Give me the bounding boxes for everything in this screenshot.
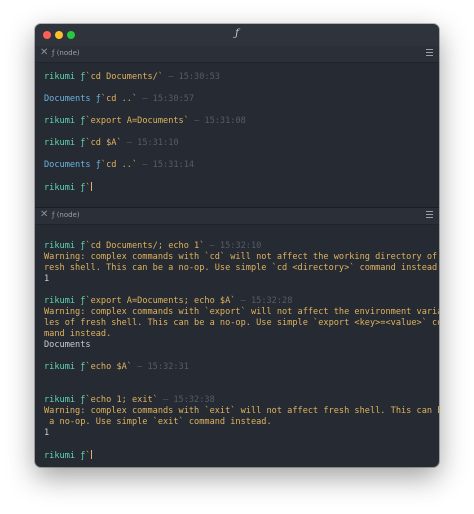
prompt-line: rikumi ƒ`cd Documents/` – 15:30:53: [44, 72, 433, 83]
window-title: ƒ: [235, 28, 239, 39]
output-line: Documents: [44, 340, 91, 350]
command-text: `echo 1; exit`: [85, 395, 158, 405]
title-bar: ƒ: [35, 24, 439, 46]
hamburger-menu-icon[interactable]: [426, 211, 433, 219]
pane-tab-top[interactable]: ✕ ƒ (node): [35, 46, 439, 63]
prompt-line: rikumi ƒ`export A=Documents` – 15:31:08: [44, 116, 433, 127]
command-text: `cd $A`: [85, 138, 122, 148]
warning-line: Warning: complex commands with `exit` wi…: [44, 406, 439, 416]
prompt-label: rikumi ƒ: [44, 138, 86, 148]
prompt-line: rikumi ƒ`echo 1; exit` – 15:32:38: [44, 395, 433, 406]
terminal-window: ƒ ✕ ƒ (node) rikumi ƒ`cd Documents/` – 1…: [35, 24, 439, 467]
prompt-label: rikumi ƒ: [44, 241, 86, 251]
close-icon[interactable]: ✕: [40, 209, 48, 220]
prompt-label: rikumi ƒ: [44, 116, 86, 126]
prompt-label: Documents ƒ: [44, 94, 101, 104]
command-text: `echo $A`: [85, 362, 132, 372]
command-text: `cd Documents/`: [85, 72, 164, 82]
output-line: 1: [44, 428, 50, 438]
prompt-label: rikumi ƒ: [44, 296, 86, 306]
prompt-line: rikumi ƒ`cd Documents/; echo 1` – 15:32:…: [44, 241, 433, 252]
prompt-line: Documents ƒ`cd ..` – 15:31:14: [44, 160, 433, 171]
timestamp: – 15:30:57: [137, 94, 195, 104]
timestamp: – 15:32:38: [157, 395, 215, 405]
prompt-line: rikumi ƒ`: [44, 182, 433, 193]
prompt-label: rikumi ƒ: [44, 451, 86, 461]
warning-line: les of fresh shell. This can be a no-op.…: [44, 318, 439, 328]
timestamp: – 15:31:10: [121, 138, 179, 148]
command-text: `cd ..`: [100, 160, 138, 170]
prompt-line: rikumi ƒ`echo $A` – 15:32:31: [44, 362, 433, 373]
prompt-line: rikumi ƒ`cd $A` – 15:31:10: [44, 138, 433, 149]
warning-line: Warning: complex commands with `cd` will…: [44, 252, 439, 262]
timestamp: – 15:30:53: [163, 72, 220, 82]
warning-line: mand instead.: [44, 329, 112, 339]
warning-line: resh shell. This can be a no-op. Use sim…: [44, 263, 439, 273]
command-text: `cd ..`: [100, 94, 138, 104]
timestamp: – 15:32:28: [235, 296, 293, 306]
pane-tab-label: ƒ (node): [52, 49, 80, 57]
prompt-line: rikumi ƒ`: [44, 450, 433, 461]
prompt-label: rikumi ƒ: [44, 183, 86, 193]
timestamp: – 15:32:10: [204, 241, 262, 251]
close-icon[interactable]: ✕: [40, 47, 48, 58]
text-cursor: [90, 450, 92, 459]
timestamp: – 15:31:08: [188, 116, 246, 126]
prompt-line: rikumi ƒ`export A=Documents; echo $A` – …: [44, 296, 433, 307]
text-cursor: [90, 182, 92, 191]
prompt-label: rikumi ƒ: [44, 72, 86, 82]
prompt-label: Documents ƒ: [44, 160, 101, 170]
command-text: `export A=Documents`: [85, 116, 189, 126]
pane-tab-bottom[interactable]: ✕ ƒ (node): [35, 207, 439, 225]
prompt-line: Documents ƒ`cd ..` – 15:30:57: [44, 94, 433, 105]
output-line: 1: [44, 274, 50, 284]
terminal-pane-bottom[interactable]: rikumi ƒ`cd Documents/; echo 1` – 15:32:…: [44, 230, 439, 461]
timestamp: – 15:31:14: [137, 160, 195, 170]
prompt-label: rikumi ƒ: [44, 362, 86, 372]
terminal-pane-top[interactable]: rikumi ƒ`cd Documents/` – 15:30:53 Docume…: [44, 72, 433, 193]
timestamp: – 15:32:31: [131, 362, 189, 372]
hamburger-menu-icon[interactable]: [426, 49, 433, 57]
pane-tab-label: ƒ (node): [52, 211, 80, 219]
command-text: `export A=Documents; echo $A`: [85, 296, 236, 306]
warning-line: a no-op. Use simple `exit` command inste…: [44, 417, 272, 427]
warning-line: Warning: complex commands with `export` …: [44, 307, 439, 317]
prompt-label: rikumi ƒ: [44, 395, 86, 405]
command-text: `cd Documents/; echo 1`: [85, 241, 205, 251]
